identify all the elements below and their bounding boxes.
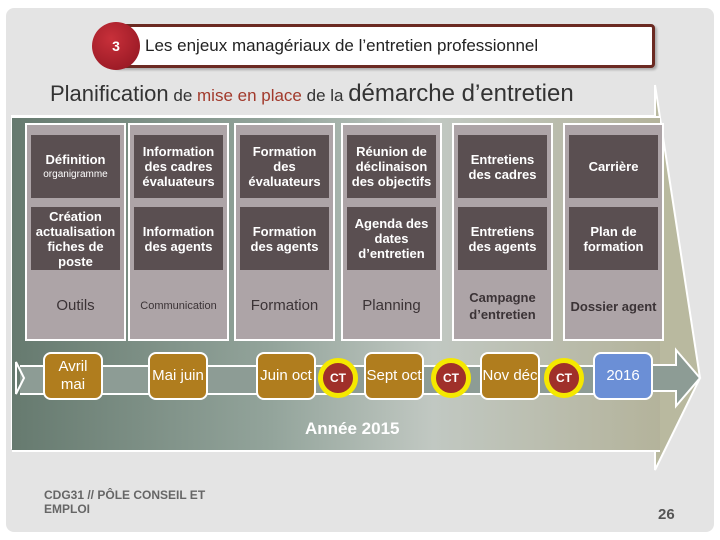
milestone-ct: CT — [431, 358, 471, 398]
milestone-ct: CT — [544, 358, 584, 398]
milestone-ct: CT — [318, 358, 358, 398]
timeline-arrowhead — [649, 347, 702, 409]
next-year-box: 2016 — [593, 352, 653, 400]
timeline-start-chevron — [15, 361, 26, 395]
period-box: Mai juin — [148, 352, 208, 400]
page-number: 26 — [658, 506, 675, 523]
period-box: Avril mai — [43, 352, 103, 400]
year-label: Année 2015 — [305, 419, 400, 438]
footer-organization: CDG31 // PÔLE CONSEIL ET EMPLOI — [44, 488, 206, 516]
timeline-arrow — [15, 347, 702, 409]
period-box: Nov déc — [480, 352, 540, 400]
period-box: Sept oct — [364, 352, 424, 400]
period-box: Juin oct — [256, 352, 316, 400]
